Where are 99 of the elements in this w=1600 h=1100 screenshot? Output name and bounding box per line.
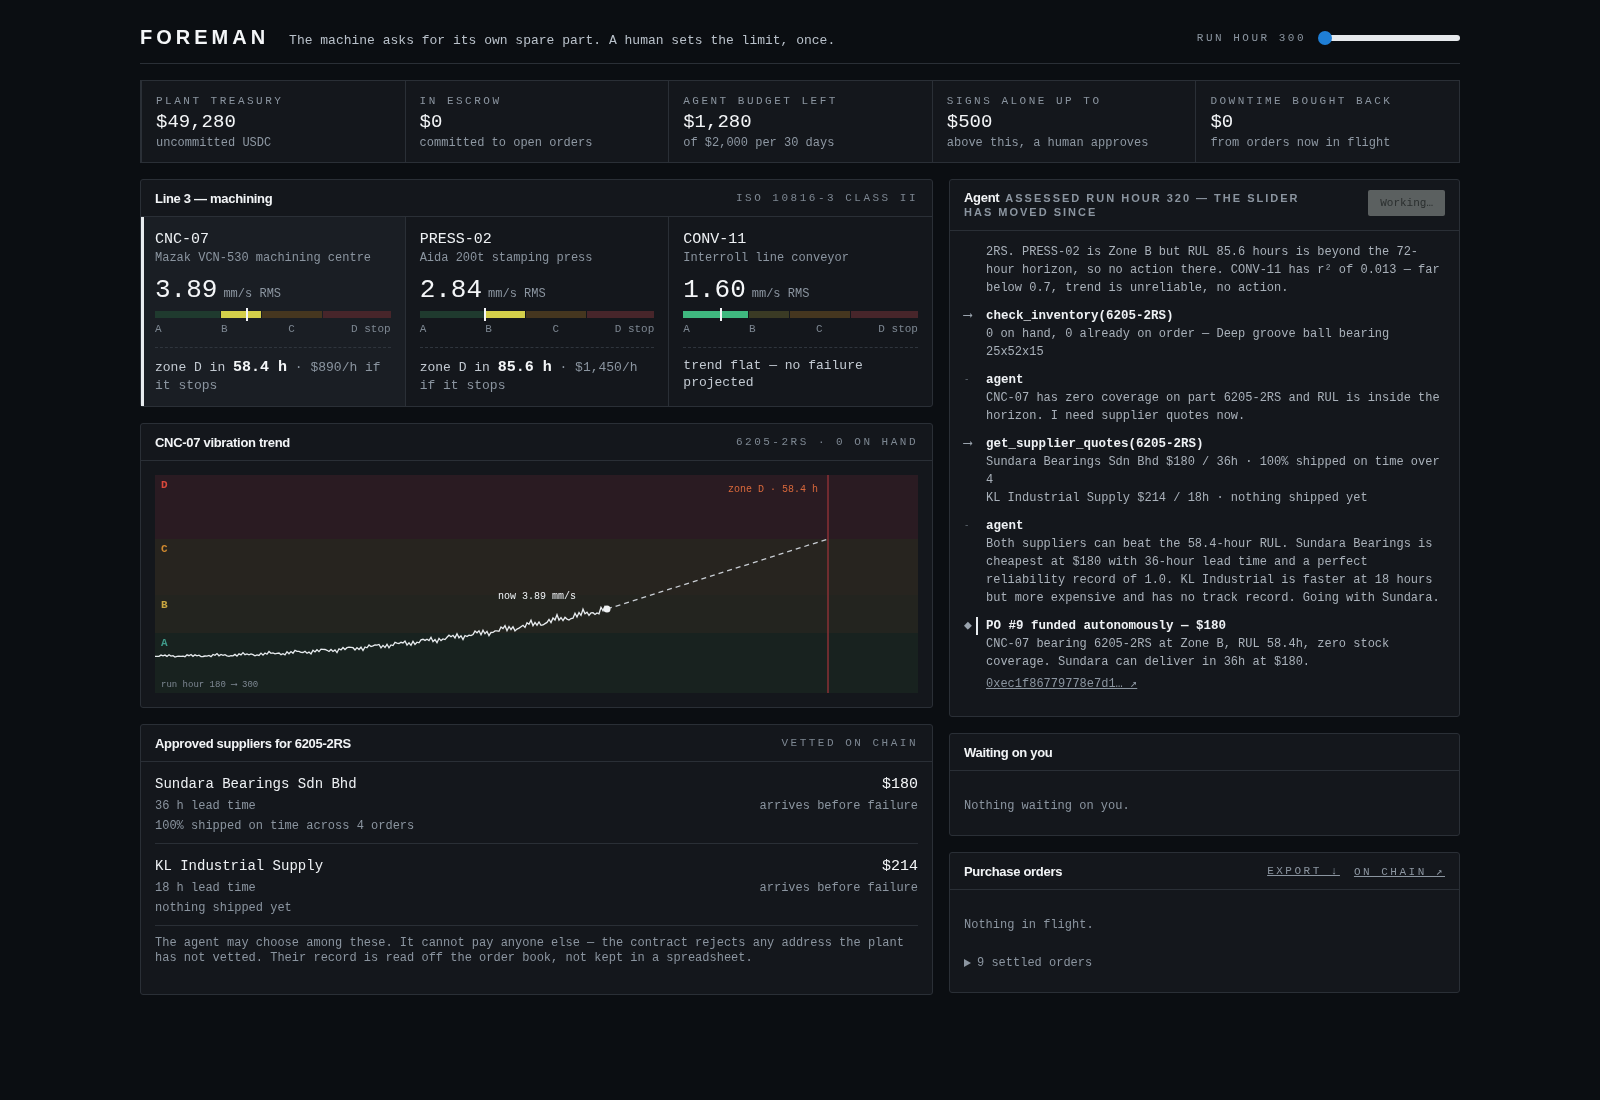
zone-label: C (551, 323, 561, 335)
stat-label: SIGNS ALONE UP TO (946, 95, 1103, 107)
speaker-label: agent (986, 372, 1025, 389)
stat-value: $49,280 (156, 111, 237, 133)
bullet-icon: - (964, 517, 986, 607)
arrival-verdict: arrives before failure (759, 799, 918, 814)
forecast-text: zone D in 85.6 h · $1,450/h if it stops (419, 347, 655, 395)
now-dot (603, 605, 611, 613)
zone-label: C (815, 323, 824, 335)
tool-call: check_inventory(6205-2RS) (986, 308, 1175, 325)
machine-name: CONV-11 (683, 231, 748, 248)
machine-model: Aida 200t stamping press (419, 251, 594, 265)
stat-value: $0 (1210, 111, 1235, 133)
vibration-reading: 3.89 (155, 275, 218, 305)
supplier-name: KL Industrial Supply (155, 858, 324, 875)
stat-value: $1,280 (683, 111, 753, 133)
zone-label: B (161, 599, 168, 612)
panel-title: Line 3 — machining (155, 190, 273, 206)
zone-label: B (485, 323, 493, 335)
forecast-text: trend flat — no failure projected (683, 347, 918, 392)
unit-label: mm/s RMS (751, 287, 810, 301)
machine-card[interactable]: CNC-07 Mazak VCN-530 machining centre 3.89 mm/s RMS A B C D stop zone D in 58.4 h · $890/h if it stops (141, 217, 405, 407)
stat-label: IN ESCROW (419, 95, 503, 107)
stat-note: committed to open orders (419, 136, 594, 150)
panel-title: Purchase orders (964, 863, 1063, 879)
arrow-icon: ⟶ (964, 435, 986, 507)
zone-label: A (155, 323, 163, 335)
log-text: 2RS. PRESS-02 is Zone B but RUL 85.6 hours is beyond the 72-hour horizon, so no action there. CONV-11 has r² of 0.013 — far below 0.7, trend is unreliable, no action. (986, 244, 1441, 297)
panel-title: CNC-07 vibration trend (155, 434, 290, 450)
log-text: CNC-07 bearing 6205-2RS at Zone B, RUL 58.4h, zero stock coverage. Sundara can deliver in 36h at $180. (986, 636, 1391, 671)
stock-label: 6205-2RS · 0 ON HAND (735, 436, 918, 449)
zone-label: D stop (613, 323, 655, 335)
zone-label: A (161, 637, 168, 650)
header-link[interactable]: EXPORT ↓ (1267, 864, 1340, 878)
vetted-label: VETTED ON CHAIN (781, 737, 918, 750)
empty-message: Nothing waiting on you. (964, 799, 1131, 813)
log-text: 0 on hand, 0 already on order — Deep groove ball bearing 25x52x15 (986, 326, 1391, 361)
agent-status-heading: Agent ASSESSED RUN HOUR 320 — THE SLIDER HAS MOVED SINCE (964, 190, 1301, 220)
unit-label: mm/s RMS (488, 287, 546, 301)
settled-orders-toggle[interactable]: 9 settled orders (977, 956, 1093, 970)
unit-label: mm/s RMS (223, 287, 282, 301)
zone-label: D (161, 479, 168, 492)
machine-model: Interroll line conveyor (683, 251, 850, 265)
range-label: run hour 180 ⟶ 300 (161, 680, 259, 691)
supplier-price: $214 (882, 858, 918, 876)
standard-label: ISO 10816-3 CLASS II (735, 192, 918, 204)
log-text: Sundara Bearings Sdn Bhd $180 / 36h · 100% shipped on time over 4 (986, 454, 1441, 489)
log-text: KL Industrial Supply $214 / 18h · nothing shipped yet (986, 490, 1369, 507)
delivery-record: 100% shipped on time across 4 orders (155, 819, 416, 834)
stat-note: of $2,000 per 30 days (683, 136, 836, 150)
vibration-reading: 2.84 (419, 275, 483, 305)
machine-name: CNC-07 (155, 231, 210, 248)
arrow-icon: ⟶ (964, 307, 986, 361)
delivery-record: nothing shipped yet (155, 901, 293, 916)
lead-time: 36 h lead time (155, 799, 256, 814)
arrival-verdict: arrives before failure (759, 881, 918, 896)
zone-label: C (161, 543, 168, 556)
machine-name: PRESS-02 (419, 231, 493, 248)
header-link[interactable]: ON CHAIN ↗ (1353, 864, 1445, 878)
zone-label: B (220, 323, 229, 335)
zone-label: D stop (350, 323, 391, 335)
panel-title: Approved suppliers for 6205-2RS (155, 735, 351, 751)
stat-note: uncommitted USDC (156, 136, 273, 150)
bullet-icon: - (964, 371, 986, 425)
lead-time: 18 h lead time (155, 881, 256, 896)
stat-note: above this, a human approves (946, 136, 1150, 150)
log-text: Both suppliers can beat the 58.4-hour RUL. Sundara Bearings is cheapest at $180 with 36-hour lead time and a perfect reliability record of 1.0. KL Industrial is faster at 18 hours but more expensive and has no track record. Going with Sundara. (986, 536, 1441, 607)
run-hour-label: RUN HOUR 300 (1196, 31, 1306, 44)
stat-value: $0 (419, 111, 444, 133)
stat-label: PLANT TREASURY (156, 95, 285, 107)
forecast-text: zone D in 58.4 h · $890/h if it stops (155, 347, 391, 395)
zone-label: A (419, 323, 428, 335)
zone-label: D stop (877, 323, 918, 335)
supplier-price: $180 (882, 776, 918, 794)
panel-title: Waiting on you (964, 744, 1053, 760)
log-text: CNC-07 has zero coverage on part 6205-2RS and RUL is inside the horizon. I need supplier quotes now. (986, 390, 1441, 425)
zone-label: C (287, 323, 296, 335)
empty-message: Nothing in flight. (964, 918, 1095, 932)
slider-thumb[interactable] (1318, 30, 1332, 45)
stat-note: from orders now in flight (1210, 136, 1392, 150)
tool-call: get_supplier_quotes(6205-2RS) (986, 436, 1205, 453)
zone-label: A (683, 323, 691, 335)
transaction-link[interactable]: 0xec1f86779778e7d1… ↗ (986, 676, 1138, 691)
stat-value: $500 (946, 111, 994, 133)
result-title: PO #9 funded autonomously — $180 (976, 617, 1445, 635)
machine-model: Mazak VCN-530 machining centre (155, 251, 373, 265)
vibration-reading: 1.60 (683, 275, 746, 305)
speaker-label: agent (986, 518, 1025, 535)
footnote: The agent may choose among these. It cannot pay anyone else — the contract rejects any address the plant has not vetted. Their record is read off the order book, not kept in a spreadsheet. (155, 936, 905, 967)
now-label: now 3.89 mm/s (498, 591, 576, 603)
app-logo: FOREMAN (140, 26, 270, 49)
machine-card[interactable]: CONV-11 Interroll line conveyor 1.60 mm/s RMS A B C D stop trend flat — no failure projected (668, 217, 932, 407)
threshold-label: zone D · 58.4 h (728, 484, 818, 496)
tagline: The machine asks for its own spare part. A human sets the limit, once. (289, 33, 836, 48)
machine-card[interactable]: PRESS-02 Aida 200t stamping press 2.84 mm/s RMS A B C D stop zone D in 85.6 h · $1,450/h if it stops (404, 217, 669, 407)
zone-label: B (749, 323, 757, 335)
stat-label: AGENT BUDGET LEFT (683, 95, 839, 107)
supplier-name: Sundara Bearings Sdn Bhd (155, 776, 357, 793)
stat-label: DOWNTIME BOUGHT BACK (1210, 95, 1394, 107)
